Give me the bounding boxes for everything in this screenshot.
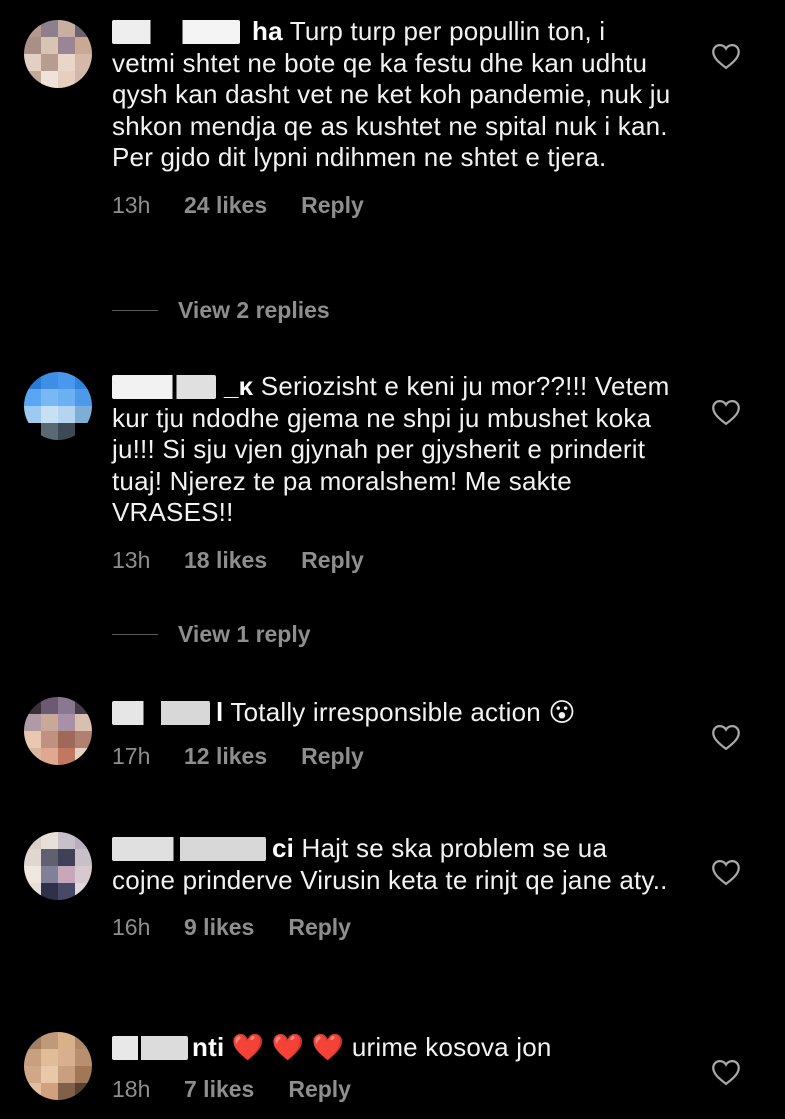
reply-button[interactable]: Reply bbox=[288, 914, 351, 941]
comment-text: ha Turp turp per popullin ton, i vetmi s… bbox=[112, 16, 671, 172]
comment-meta: 18h 7 likes Reply bbox=[112, 1076, 672, 1103]
divider bbox=[112, 310, 158, 311]
comment-text: l Totally irresponsible action 😮 bbox=[112, 697, 672, 729]
comment-meta: 16h 9 likes Reply bbox=[112, 914, 672, 941]
comment-text: ci Hajt se ska problem se ua cojne prind… bbox=[112, 833, 668, 895]
heart-outline-icon[interactable] bbox=[711, 723, 741, 751]
heart-outline-icon[interactable] bbox=[711, 858, 741, 886]
view-replies-button[interactable]: View 1 reply bbox=[112, 621, 311, 648]
reply-button[interactable]: Reply bbox=[301, 192, 364, 219]
reply-button[interactable]: Reply bbox=[301, 547, 364, 574]
comment-likes[interactable]: 9 likes bbox=[184, 914, 254, 941]
avatar[interactable] bbox=[24, 832, 92, 900]
comment-username[interactable]: ci bbox=[112, 833, 294, 865]
comment-username[interactable]: l bbox=[112, 697, 223, 729]
comment-time: 16h bbox=[112, 914, 151, 940]
comment-time: 18h bbox=[112, 1075, 151, 1102]
comment-meta: 13h 24 likes Reply bbox=[112, 192, 672, 219]
comment-text: _κ Seriozisht e keni ju mor??!!! Vetem k… bbox=[112, 371, 670, 527]
reply-button[interactable]: Reply bbox=[288, 1076, 351, 1103]
comment-meta: 13h 18 likes Reply bbox=[112, 547, 672, 574]
comment-likes[interactable]: 24 likes bbox=[184, 192, 267, 219]
comment-username[interactable]: nti bbox=[112, 1032, 224, 1064]
comment-likes[interactable]: 18 likes bbox=[184, 547, 267, 574]
heart-emojis: ❤️ ❤️ ❤️ bbox=[231, 1032, 345, 1062]
avatar[interactable] bbox=[24, 1032, 92, 1100]
comment-time: 13h bbox=[112, 546, 151, 573]
comment-time: 17h bbox=[112, 742, 151, 769]
avatar[interactable] bbox=[24, 20, 92, 88]
avatar[interactable] bbox=[24, 697, 92, 765]
comment-time: 13h bbox=[112, 191, 151, 218]
comment-username[interactable]: ha bbox=[112, 16, 283, 48]
divider bbox=[112, 634, 158, 635]
comment-meta: 17h 12 likes Reply bbox=[112, 743, 672, 770]
reply-button[interactable]: Reply bbox=[301, 743, 364, 770]
comment-text: nti ❤️ ❤️ ❤️ urime kosova jon bbox=[112, 1032, 672, 1064]
view-replies-button[interactable]: View 2 replies bbox=[112, 297, 330, 324]
heart-outline-icon[interactable] bbox=[711, 42, 741, 70]
comment-likes[interactable]: 7 likes bbox=[184, 1076, 254, 1103]
heart-outline-icon[interactable] bbox=[711, 1058, 741, 1086]
comment-username[interactable]: _κ bbox=[112, 371, 253, 403]
heart-outline-icon[interactable] bbox=[711, 398, 741, 426]
astonished-face-emoji: 😮 bbox=[548, 697, 576, 727]
avatar[interactable] bbox=[24, 372, 92, 440]
comment-likes[interactable]: 12 likes bbox=[184, 743, 267, 770]
